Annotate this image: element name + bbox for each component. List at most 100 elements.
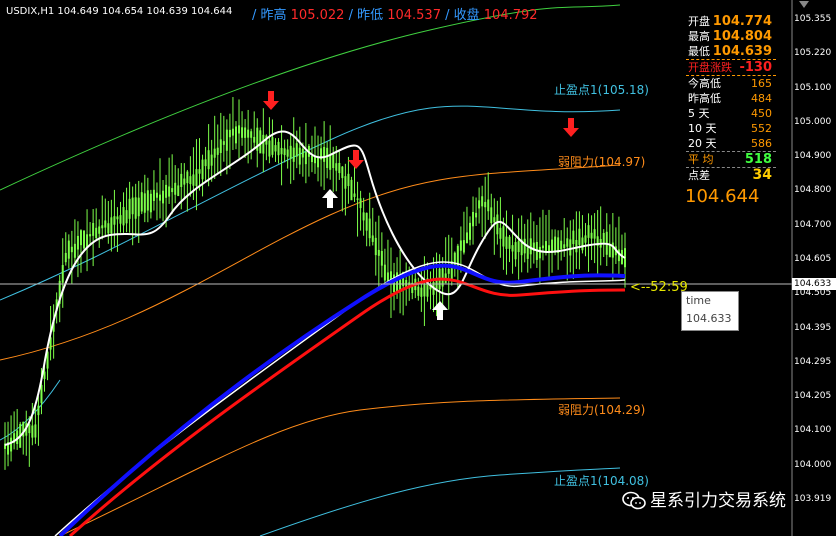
candle-body — [238, 125, 241, 134]
stats-panel: 开盘 104.774 最高 104.804 最低 104.639 开盘涨跌 -130 今… — [686, 14, 776, 183]
candle-body — [593, 229, 596, 239]
stat-label: 10 天 — [688, 122, 717, 135]
axis-tick-label: 104.900 — [794, 151, 832, 162]
candle-body — [575, 239, 578, 253]
candle-body — [590, 232, 593, 239]
candle-body — [104, 220, 107, 228]
candle-body — [122, 207, 125, 226]
candles — [4, 97, 626, 470]
candle-body — [34, 424, 37, 438]
candle-body — [271, 137, 274, 155]
candle-body — [31, 425, 34, 438]
stat-label: 昨高低 — [688, 92, 721, 105]
candle-body — [10, 437, 13, 452]
candle-body — [423, 284, 426, 297]
candle-body — [462, 240, 465, 253]
stat-row-low: 最低 104.639 — [686, 44, 776, 59]
stat-value: 104.804 — [712, 29, 772, 44]
crosshair-tooltip: time 104.633 — [681, 291, 739, 331]
candle-body — [168, 186, 171, 197]
candle-body — [116, 216, 119, 220]
candle-body — [73, 243, 76, 258]
candle-body — [493, 217, 496, 223]
candle-body — [377, 249, 380, 256]
candle-body — [159, 194, 161, 201]
sell-arrow-icon — [263, 91, 279, 110]
yesterday-high-label: / 昨高 — [252, 8, 287, 23]
candle-body — [67, 240, 70, 259]
candle-body — [277, 141, 280, 156]
candle-body — [83, 230, 86, 249]
candle-body — [459, 240, 462, 251]
candle-body — [189, 176, 192, 185]
candle-body — [447, 268, 450, 274]
candle-body — [79, 230, 82, 246]
candle-body — [234, 126, 237, 144]
stat-row-spread: 点差 34 — [686, 167, 776, 183]
axis-tick-label: 105.220 — [794, 48, 832, 59]
buy-arrow-icon — [322, 189, 338, 208]
candle-body — [490, 207, 493, 224]
candle-body — [286, 149, 289, 157]
yesterday-low-label: / 昨低 — [348, 8, 384, 23]
candle-body — [228, 129, 231, 138]
stat-row-average: 平 均 518 — [686, 151, 776, 167]
symbol-line: USDIX,H1 104.649 104.654 104.639 104.644 — [6, 6, 233, 17]
candle-body — [602, 232, 605, 244]
stat-label: 最高 — [688, 30, 710, 43]
axis-tick-label: 104.205 — [794, 391, 832, 402]
candle-body — [61, 265, 64, 283]
candle-body — [43, 371, 46, 380]
take-profit-upper-label: 止盈点1(105.18) — [554, 83, 649, 97]
candle-body — [95, 227, 98, 239]
stat-value: 34 — [752, 167, 772, 183]
stat-row-yesterday-range: 昨高低 484 — [686, 91, 776, 106]
candle-body — [125, 210, 128, 224]
candle-body — [502, 226, 505, 247]
candle-body — [484, 201, 487, 208]
candle-body — [250, 131, 253, 138]
candle-body — [37, 405, 40, 416]
red-ma — [68, 277, 626, 536]
chart-shift-icon[interactable] — [797, 0, 811, 13]
candle-body — [149, 193, 152, 213]
candle-body — [146, 190, 149, 211]
candle-body — [371, 235, 374, 242]
candle-body — [578, 228, 581, 245]
stat-label: 开盘 — [688, 15, 710, 28]
stat-row-5day: 5 天 450 — [686, 106, 776, 121]
stat-value: 586 — [751, 137, 772, 150]
candle-body — [529, 238, 532, 255]
candle-body — [198, 169, 201, 174]
candle-body — [511, 245, 514, 252]
candle-body — [499, 227, 502, 239]
candle-body — [475, 212, 478, 218]
candle-body — [560, 240, 563, 250]
yesterday-high-value: 105.022 — [290, 8, 345, 23]
stat-value: 165 — [751, 77, 772, 90]
candle-body — [107, 223, 110, 234]
sell-arrow-icon — [563, 118, 579, 137]
candle-body — [140, 192, 143, 212]
tooltip-title: time — [686, 294, 711, 307]
axis-tick-label: 104.605 — [794, 254, 832, 264]
candle-body — [548, 245, 551, 252]
candle-body — [584, 235, 587, 243]
sell-arrow-icon — [348, 150, 364, 169]
axis-tick-label: 104.100 — [794, 425, 832, 436]
candle-body — [162, 190, 165, 204]
candle-body — [119, 215, 122, 224]
candle-body — [113, 216, 116, 225]
candle-body — [40, 385, 43, 403]
stat-value: 518 — [744, 152, 772, 167]
yesterday-close-value: 104.792 — [483, 8, 538, 23]
current-price: 104.644 — [685, 186, 760, 207]
candle-body — [89, 234, 92, 237]
candle-body — [92, 223, 95, 236]
candle-body — [514, 242, 517, 260]
candle-body — [359, 198, 362, 209]
stat-label: 平 均 — [688, 153, 714, 166]
candle-body — [183, 178, 186, 185]
candle-body — [344, 176, 347, 189]
candle-body — [374, 237, 377, 256]
